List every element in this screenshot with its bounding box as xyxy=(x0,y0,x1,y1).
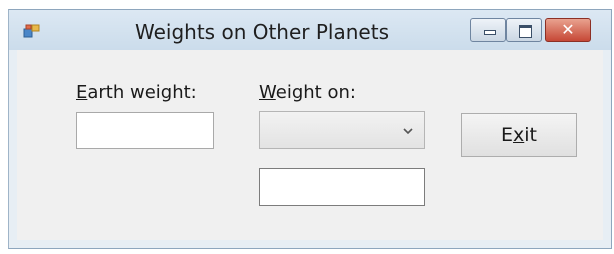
minimize-button[interactable] xyxy=(470,18,506,42)
earth-weight-label: Earth weight: xyxy=(76,82,197,103)
maximize-icon xyxy=(519,25,532,38)
exit-label-after: it xyxy=(524,124,537,146)
app-window: Weights on Other Planets ✕ Earth weight:… xyxy=(8,9,612,249)
maximize-button[interactable] xyxy=(506,18,542,42)
chevron-down-icon xyxy=(403,128,413,135)
title-bar[interactable]: Weights on Other Planets ✕ xyxy=(9,10,611,50)
exit-label-before: E xyxy=(501,124,514,146)
weight-on-label: Weight on: xyxy=(259,82,356,103)
close-button[interactable]: ✕ xyxy=(545,18,591,42)
form-client-area: Earth weight: Weight on: Exit xyxy=(17,50,603,240)
window-title: Weights on Other Planets xyxy=(135,20,389,44)
weight-on-access-key: W xyxy=(259,82,276,103)
earth-weight-access-key: E xyxy=(76,82,88,103)
weight-on-label-text: eight on: xyxy=(275,82,356,103)
exit-button[interactable]: Exit xyxy=(461,113,577,157)
earth-weight-label-text: arth weight: xyxy=(87,82,197,103)
result-output-box xyxy=(259,168,425,206)
earth-weight-input[interactable] xyxy=(76,112,214,149)
close-icon: ✕ xyxy=(561,20,575,39)
planet-select[interactable] xyxy=(259,111,425,149)
minimize-icon xyxy=(484,30,496,35)
exit-access-key: x xyxy=(513,124,525,146)
